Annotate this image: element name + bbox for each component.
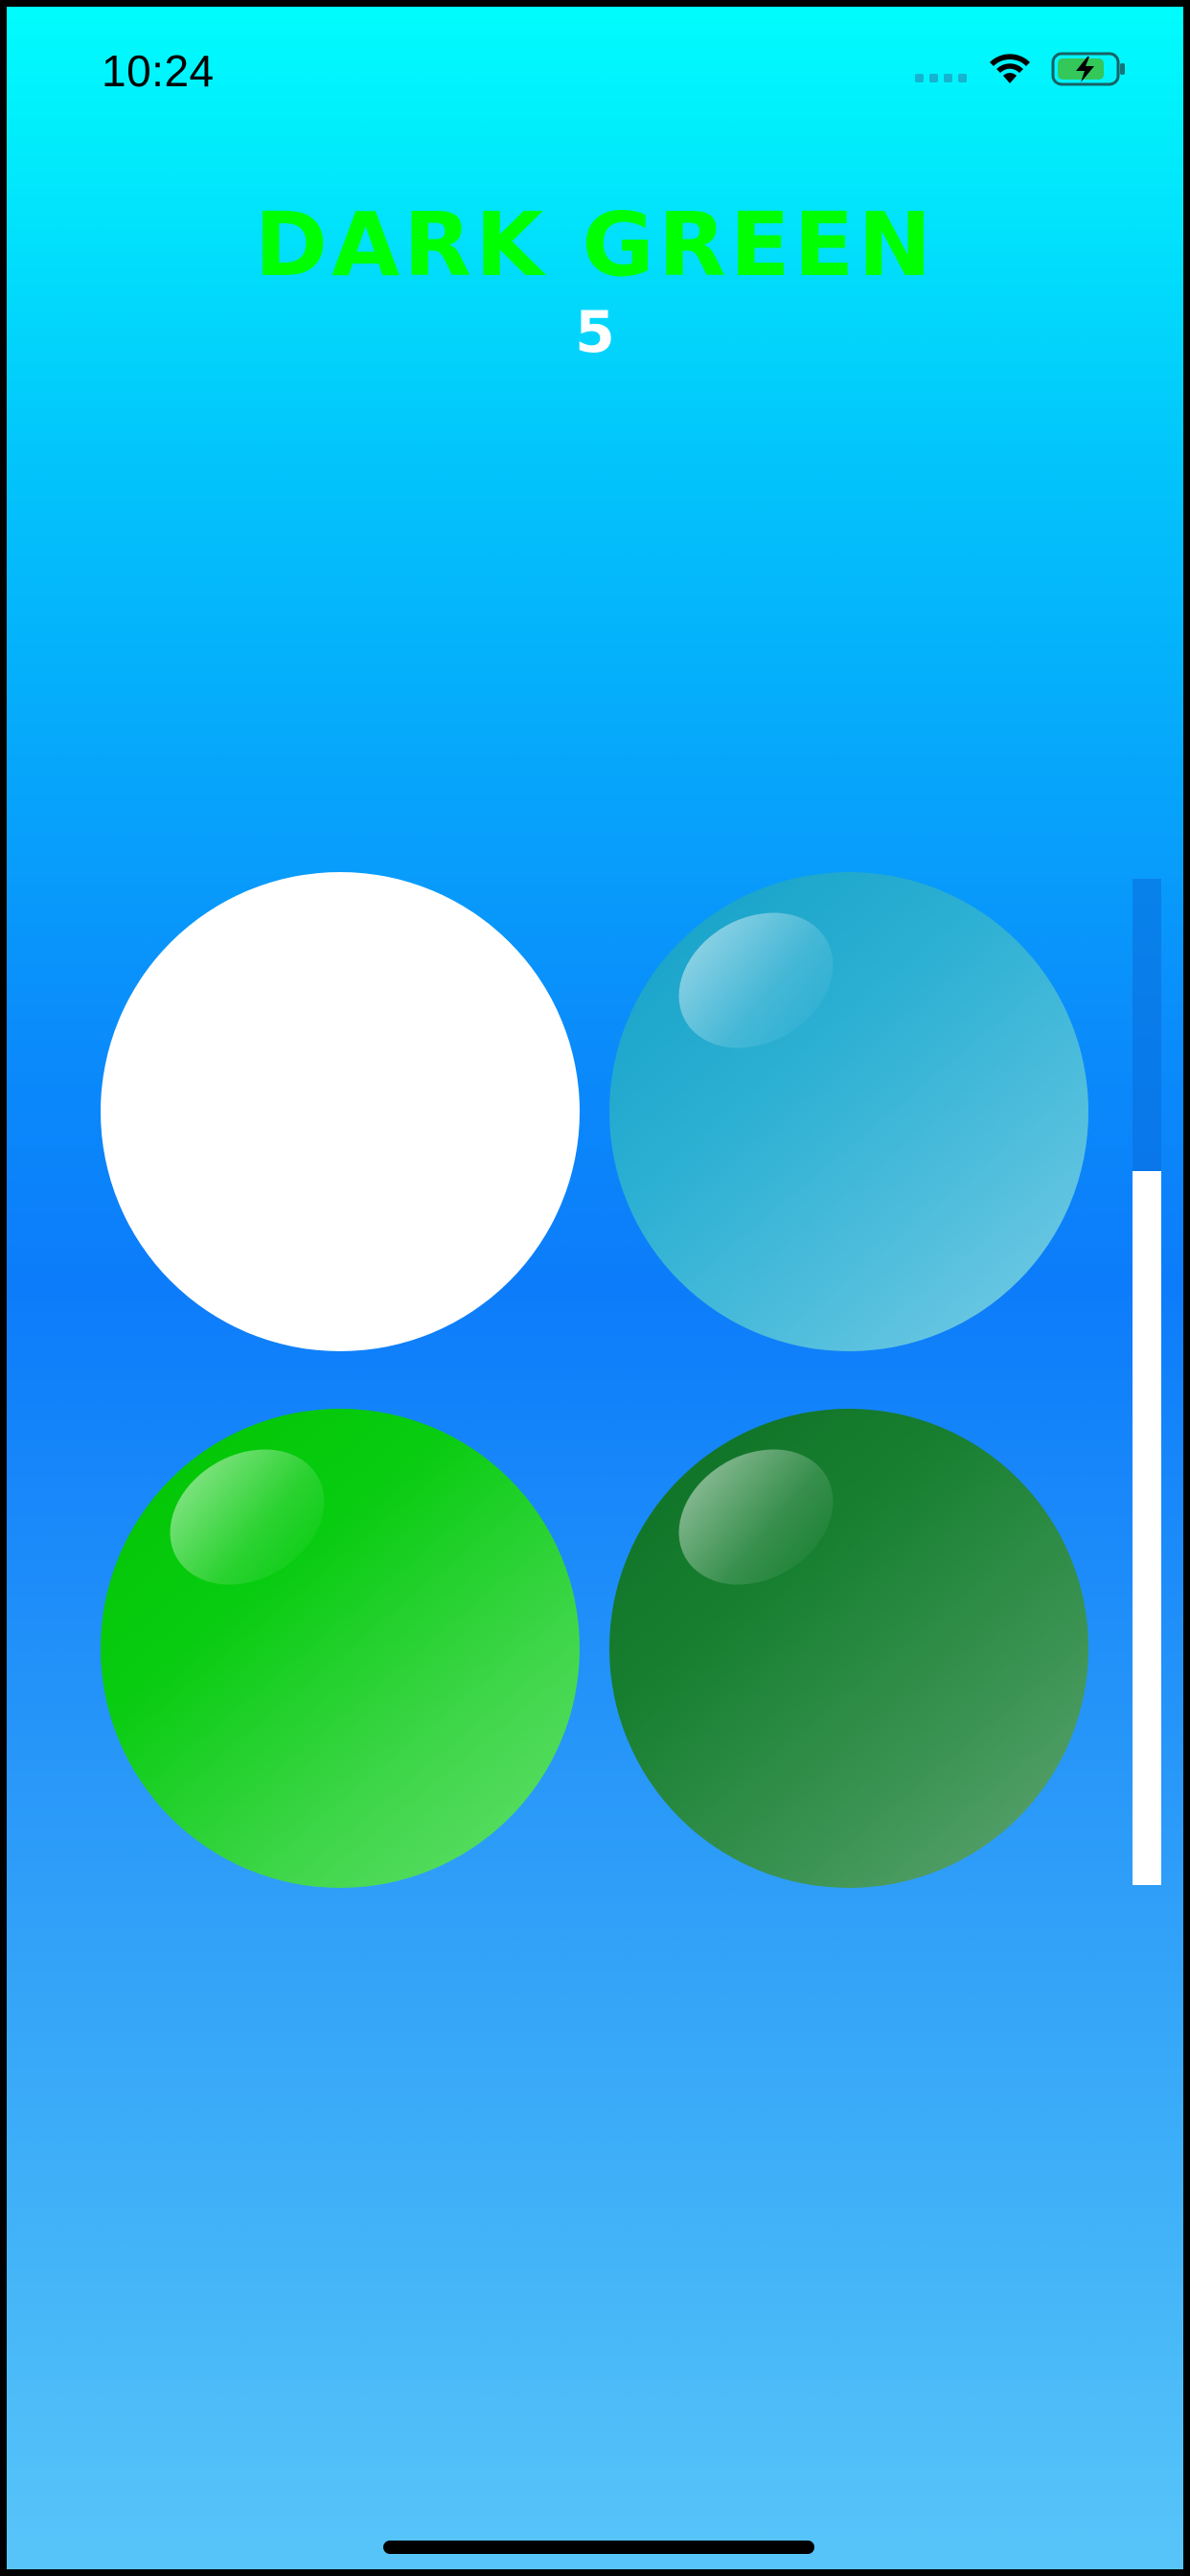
orb-dark-green-button[interactable] <box>609 1409 1088 1888</box>
timer-bar-fill <box>1133 1170 1161 1885</box>
status-time: 10:24 <box>102 46 215 96</box>
orb-green-button[interactable] <box>101 1409 580 1888</box>
cellular-signal-icon <box>915 74 967 82</box>
battery-charging-icon <box>1051 51 1128 91</box>
wifi-icon <box>988 51 1032 89</box>
score-counter: 5 <box>575 299 615 366</box>
home-indicator[interactable] <box>383 2541 814 2554</box>
timer-bar <box>1133 879 1161 1885</box>
orb-highlight <box>145 1422 350 1612</box>
orb-highlight <box>653 886 858 1075</box>
game-screen: 10:24 DARK GREEN 5 <box>7 7 1183 2569</box>
target-color-word: DARK GREEN <box>254 194 936 296</box>
orb-light-blue-button[interactable] <box>609 872 1088 1351</box>
orb-highlight <box>653 1422 858 1612</box>
orb-white-button[interactable] <box>101 872 580 1351</box>
